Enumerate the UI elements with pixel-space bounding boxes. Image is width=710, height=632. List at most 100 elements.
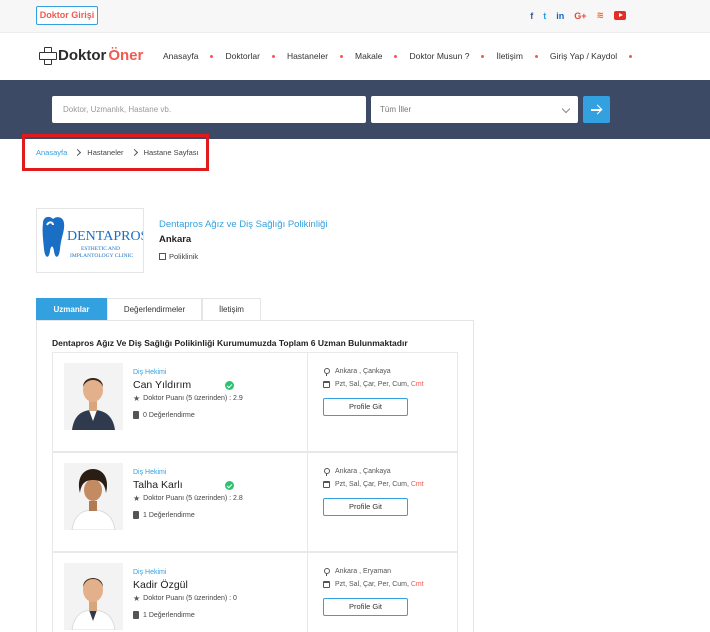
chevron-right-icon	[130, 148, 138, 157]
profile-button[interactable]: Profile Git	[323, 598, 408, 616]
doctor-reviews: 1 Değerlendirme	[133, 611, 195, 619]
nav-item-doktor-musun[interactable]: Doktor Musun ?	[409, 51, 469, 61]
chevron-down-icon	[561, 104, 571, 114]
nav-item-anasayfa[interactable]: Anasayfa	[163, 51, 198, 61]
site-logo[interactable]: Doktor Öner	[38, 46, 144, 65]
doctor-days-text: Pzt, Sal, Çar, Per, Cum,	[335, 481, 409, 488]
social-links: f t in G+ ≋	[530, 10, 626, 21]
breadcrumb-home-link[interactable]: Anasayfa	[36, 148, 67, 157]
doctor-location: Ankara , Eryaman	[323, 568, 392, 576]
rss-icon[interactable]: ≋	[596, 10, 604, 21]
doctor-reviews-text: 1 Değerlendirme	[143, 611, 195, 619]
tab-iletisim[interactable]: İletişim	[202, 298, 261, 320]
location-pin-icon	[323, 468, 330, 476]
dentapros-logo-image: DENTAPROS ESTHETIC AND IMPLANTOLOGY CLIN…	[42, 216, 148, 259]
nav-separator	[629, 54, 633, 58]
chevron-right-icon	[74, 148, 82, 157]
doctor-days-text: Pzt, Sal, Çar, Per, Cum,	[335, 381, 409, 388]
doctor-days-weekend: Cmt	[410, 581, 424, 588]
nav-separator	[271, 54, 275, 58]
calendar-icon	[323, 581, 330, 588]
doctor-location-text: Ankara , Çankaya	[335, 468, 391, 475]
building-icon	[159, 253, 166, 260]
doctor-working-days: Pzt, Sal, Çar, Per, Cum, Cmt	[323, 581, 424, 588]
search-button[interactable]	[583, 96, 610, 123]
star-icon: ★	[133, 494, 141, 503]
hospital-city: Ankara	[159, 234, 192, 245]
doctor-working-days: Pzt, Sal, Çar, Per, Cum, Cmt	[323, 381, 424, 388]
profile-button[interactable]: Profile Git	[323, 398, 408, 416]
card-divider	[307, 353, 308, 451]
logo-text-oner: Öner	[108, 46, 144, 64]
city-select[interactable]: Tüm İller	[371, 96, 578, 123]
doctor-working-days: Pzt, Sal, Çar, Per, Cum, Cmt	[323, 481, 424, 488]
doctor-photo	[64, 363, 123, 430]
doctor-photo	[64, 563, 123, 630]
search-input[interactable]: Doktor, Uzmanlık, Hastane vb.	[52, 96, 366, 123]
nav-item-doktorlar[interactable]: Doktorlar	[225, 51, 259, 61]
nav-item-makale[interactable]: Makale	[355, 51, 382, 61]
verified-check-icon	[225, 481, 234, 490]
nav-separator	[534, 54, 538, 58]
card-divider	[307, 453, 308, 551]
breadcrumb: Anasayfa Hastaneler Hastane Sayfası	[36, 148, 199, 157]
tab-degerlendirmeler[interactable]: Değerlendirmeler	[107, 298, 202, 320]
star-icon: ★	[133, 394, 141, 403]
doctor-login-button[interactable]: Doktor Girişi	[36, 6, 98, 25]
nav-separator	[210, 54, 214, 58]
doctor-days-weekend: Cmt	[410, 481, 424, 488]
tab-uzmanlar[interactable]: Uzmanlar	[36, 298, 107, 320]
doctor-reviews-text: 1 Değerlendirme	[143, 511, 195, 519]
nav-item-hastaneler[interactable]: Hastaneler	[287, 51, 328, 61]
nav-item-iletisim[interactable]: İletişim	[496, 51, 522, 61]
doctor-reviews: 1 Değerlendirme	[133, 511, 195, 519]
doctor-score-text: Doktor Puanı (5 üzerinden) : 2.8	[143, 495, 243, 502]
doctor-days-text: Pzt, Sal, Çar, Per, Cum,	[335, 581, 409, 588]
breadcrumb-current-page: Hastane Sayfası	[143, 148, 199, 157]
doctor-card: Diş Hekimi Can Yıldırım ★ Doktor Puanı (…	[52, 352, 458, 452]
doctor-reviews: 0 Değerlendirme	[133, 411, 195, 419]
search-band: Doktor, Uzmanlık, Hastane vb. Tüm İller	[0, 80, 710, 139]
medical-cross-icon	[38, 46, 57, 65]
clipboard-icon	[133, 611, 139, 619]
doctor-location: Ankara , Çankaya	[323, 368, 391, 376]
breadcrumb-hospitals-link[interactable]: Hastaneler	[87, 148, 123, 157]
doctor-specialty: Diş Hekimi	[133, 569, 167, 576]
youtube-icon[interactable]	[614, 11, 626, 20]
doctor-photo	[64, 463, 123, 530]
hospital-type-label: Poliklinik	[169, 252, 199, 261]
hospital-logo: DENTAPROS ESTHETIC AND IMPLANTOLOGY CLIN…	[36, 208, 148, 273]
main-navbar: Doktor Öner Anasayfa Doktorlar Hastaneler…	[0, 33, 710, 80]
location-pin-icon	[323, 368, 330, 376]
nav-item-login-register[interactable]: Giriş Yap / Kaydol	[550, 51, 617, 61]
hospital-name: Dentapros Ağız ve Diş Sağlığı Polikinliğ…	[159, 219, 328, 230]
doctor-location-text: Ankara , Eryaman	[335, 568, 392, 575]
doctor-card: Diş Hekimi Kadir Özgül ★ Doktor Puanı (5…	[52, 552, 458, 632]
googleplus-icon[interactable]: G+	[574, 11, 586, 21]
city-select-value: Tüm İller	[380, 105, 412, 114]
calendar-icon	[323, 481, 330, 488]
doctor-score-text: Doktor Puanı (5 üzerinden) : 2.9	[143, 395, 243, 402]
top-bar: Doktor Girişi f t in G+ ≋	[0, 0, 710, 33]
doctor-name[interactable]: Can Yıldırım	[133, 379, 191, 391]
linkedin-icon[interactable]: in	[556, 11, 564, 21]
hospital-type: Poliklinik	[159, 252, 198, 261]
doctor-specialty: Diş Hekimi	[133, 369, 167, 376]
doctor-location: Ankara , Çankaya	[323, 468, 391, 476]
doctor-reviews-text: 0 Değerlendirme	[143, 411, 195, 419]
verified-check-icon	[225, 381, 234, 390]
nav-separator	[481, 54, 485, 58]
svg-text:DENTAPROS: DENTAPROS	[67, 229, 143, 244]
doctor-score: ★ Doktor Puanı (5 üzerinden) : 0	[133, 594, 237, 603]
logo-text-doktor: Doktor	[58, 46, 107, 64]
doctor-name[interactable]: Kadir Özgül	[133, 579, 188, 591]
hospital-tabs: Uzmanlar Değerlendirmeler İletişim	[36, 298, 261, 320]
doctor-score-text: Doktor Puanı (5 üzerinden) : 0	[143, 595, 237, 602]
facebook-icon[interactable]: f	[530, 11, 533, 21]
svg-text:ESTHETIC AND: ESTHETIC AND	[81, 246, 120, 252]
calendar-icon	[323, 381, 330, 388]
profile-button[interactable]: Profile Git	[323, 498, 408, 516]
doctor-name[interactable]: Talha Karlı	[133, 479, 183, 491]
arrow-right-icon	[591, 109, 601, 111]
twitter-icon[interactable]: t	[543, 11, 546, 21]
